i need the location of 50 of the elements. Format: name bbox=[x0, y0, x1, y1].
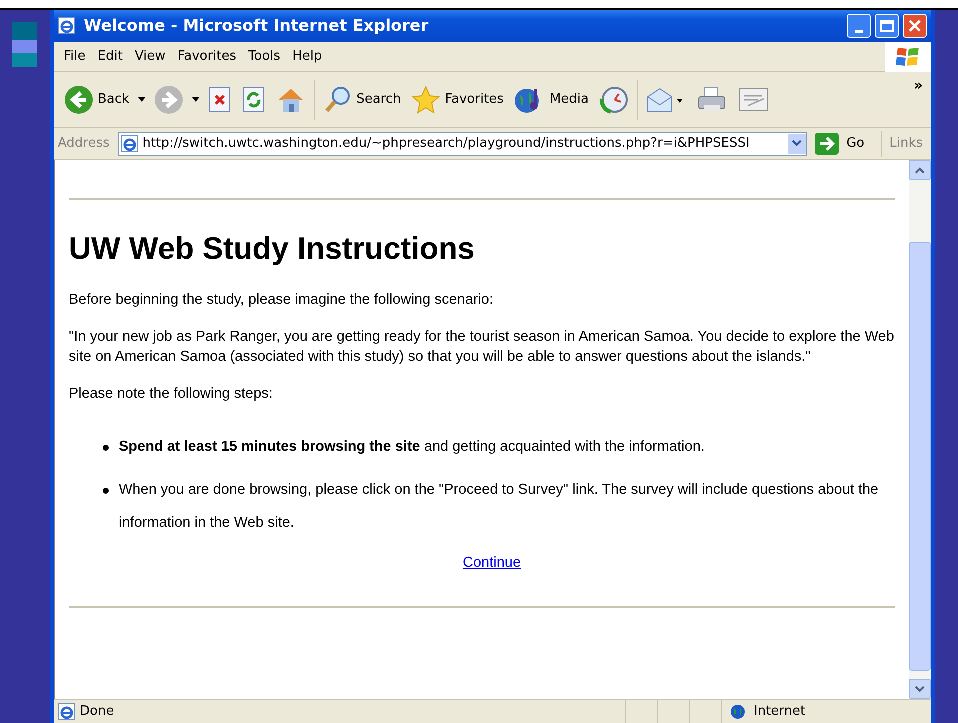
refresh-page-icon bbox=[242, 86, 266, 114]
maximize-button[interactable] bbox=[875, 14, 899, 38]
status-text: Done bbox=[80, 702, 114, 721]
arrow-right-icon bbox=[814, 132, 839, 154]
scroll-thumb[interactable] bbox=[909, 242, 931, 671]
chevron-down-icon bbox=[915, 686, 925, 692]
menu-item[interactable]: Help bbox=[286, 46, 328, 66]
continue-link[interactable]: Continue bbox=[462, 554, 522, 574]
go-button[interactable]: Go bbox=[810, 132, 869, 154]
menu-item[interactable]: Tools bbox=[242, 46, 287, 66]
globe-icon bbox=[730, 704, 746, 720]
close-button[interactable] bbox=[903, 14, 927, 38]
menu-item[interactable]: File bbox=[58, 46, 92, 66]
security-zone-text: Internet bbox=[754, 702, 806, 721]
intro-text: Before beginning the study, please imagine the following scenario: bbox=[69, 290, 495, 310]
toolbar-button[interactable]: Media bbox=[512, 80, 592, 118]
window-title: Welcome - Microsoft Internet Explorer bbox=[84, 15, 429, 37]
toolbar-more-chevron[interactable]: » bbox=[914, 76, 923, 97]
menu-item[interactable]: Favorites bbox=[172, 46, 243, 66]
close-icon bbox=[908, 19, 922, 33]
address-field[interactable]: http://switch.uwtc.washington.edu/~phpresearch/playground/instructions.php?r=i&PHPSESSI bbox=[118, 132, 807, 156]
toolbar-button[interactable]: Back bbox=[62, 80, 132, 118]
scenario-paragraph: "In your new job as Park Ranger, you are getting ready for the tourist season in American Samoa. You decide to explore the Web site on American Samoa (associated with this study) so that you will be able to answer questions about the islands." bbox=[69, 328, 895, 367]
toolbar-button[interactable]: Favorites bbox=[409, 80, 506, 118]
windows-flag-icon bbox=[895, 46, 921, 68]
chevron-up-icon bbox=[915, 166, 925, 174]
stop-page-icon bbox=[208, 86, 232, 114]
menu-item[interactable]: Edit bbox=[92, 46, 129, 66]
browser-icon bbox=[58, 17, 76, 35]
dropdown-button[interactable] bbox=[788, 134, 806, 154]
page-heading: UW Web Study Instructions bbox=[69, 230, 476, 268]
bullet-icon bbox=[103, 445, 109, 451]
vertical-scrollbar[interactable] bbox=[909, 160, 931, 699]
page-icon bbox=[58, 702, 76, 720]
bullet-icon bbox=[103, 488, 109, 494]
dropdown-caret-icon[interactable] bbox=[192, 97, 200, 102]
page-icon bbox=[120, 134, 139, 152]
dropdown-caret-icon[interactable] bbox=[138, 97, 146, 102]
toolbar-button[interactable]: Search bbox=[320, 80, 404, 118]
scroll-down-button[interactable] bbox=[909, 679, 931, 699]
minimize-button[interactable] bbox=[847, 14, 871, 38]
search-icon bbox=[322, 84, 353, 114]
step-text: Spend at least 15 minutes browsing the site and getting acquainted with the information. bbox=[119, 438, 705, 457]
step-text: When you are done browsing, please click on the "Proceed to Survey" link. The survey will include questions about the information in the Web site. bbox=[119, 481, 880, 533]
scroll-up-button[interactable] bbox=[909, 160, 931, 180]
steps-intro-text: Please note the following steps: bbox=[69, 385, 274, 404]
menu-item[interactable]: View bbox=[128, 46, 172, 66]
address-label: Address bbox=[58, 134, 111, 153]
star-icon bbox=[411, 84, 442, 114]
chevron-down-icon bbox=[792, 140, 802, 147]
